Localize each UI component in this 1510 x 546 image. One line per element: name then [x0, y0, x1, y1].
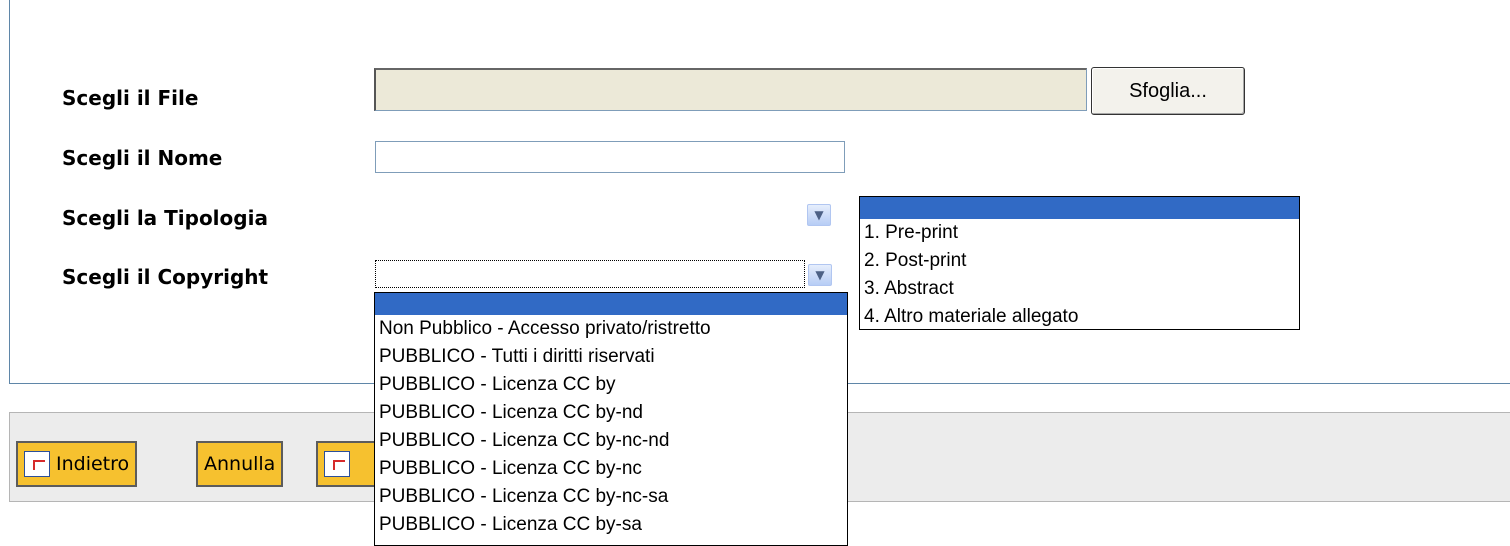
- copyright-label: Scegli il Copyright: [62, 265, 269, 289]
- copyright-select[interactable]: [375, 260, 805, 288]
- copyright-option[interactable]: PUBBLICO - Licenza CC by-nc: [375, 455, 847, 483]
- name-input[interactable]: [375, 141, 845, 173]
- type-option-postprint[interactable]: 2. Post-print: [860, 247, 1299, 275]
- copyright-option[interactable]: PUBBLICO - Licenza CC by-sa: [375, 511, 847, 539]
- copyright-option-blank[interactable]: [375, 293, 847, 315]
- type-select[interactable]: [375, 202, 845, 230]
- document-back-icon: [24, 451, 50, 477]
- copyright-option[interactable]: PUBBLICO - Licenza CC by-nc-sa: [375, 483, 847, 511]
- copyright-option[interactable]: PUBBLICO - Tutti i diritti riservati: [375, 343, 847, 371]
- copyright-dropdown-list: Non Pubblico - Accesso privato/ristretto…: [374, 292, 848, 546]
- browse-button[interactable]: Sfoglia...: [1091, 67, 1245, 115]
- copyright-option[interactable]: Non Pubblico - Accesso privato/ristretto: [375, 315, 847, 343]
- type-option-other[interactable]: 4. Altro materiale allegato: [860, 303, 1299, 331]
- back-button-label: Indietro: [56, 453, 130, 475]
- cancel-button[interactable]: Annulla: [196, 441, 284, 487]
- type-option-preprint[interactable]: 1. Pre-print: [860, 219, 1299, 247]
- name-label: Scegli il Nome: [62, 146, 223, 170]
- type-option-blank[interactable]: [860, 197, 1299, 219]
- back-button[interactable]: Indietro: [16, 441, 138, 487]
- chevron-down-icon: ▼: [814, 208, 824, 222]
- file-path-input[interactable]: [374, 68, 1087, 111]
- type-option-abstract[interactable]: 3. Abstract: [860, 275, 1299, 303]
- copyright-option[interactable]: PUBBLICO - Licenza CC by: [375, 371, 847, 399]
- document-forward-icon: [324, 451, 350, 477]
- copyright-dropdown-button[interactable]: ▼: [808, 264, 832, 286]
- cancel-button-label: Annulla: [204, 453, 276, 475]
- copyright-option[interactable]: PUBBLICO - Licenza CC by-nd: [375, 399, 847, 427]
- chevron-down-icon: ▼: [815, 268, 825, 282]
- file-label: Scegli il File: [62, 86, 199, 110]
- type-dropdown-button[interactable]: ▼: [807, 204, 831, 226]
- copyright-option[interactable]: PUBBLICO - Licenza CC by-nc-nd: [375, 427, 847, 455]
- type-label: Scegli la Tipologia: [62, 206, 268, 230]
- type-dropdown-list: 1. Pre-print 2. Post-print 3. Abstract 4…: [859, 196, 1300, 330]
